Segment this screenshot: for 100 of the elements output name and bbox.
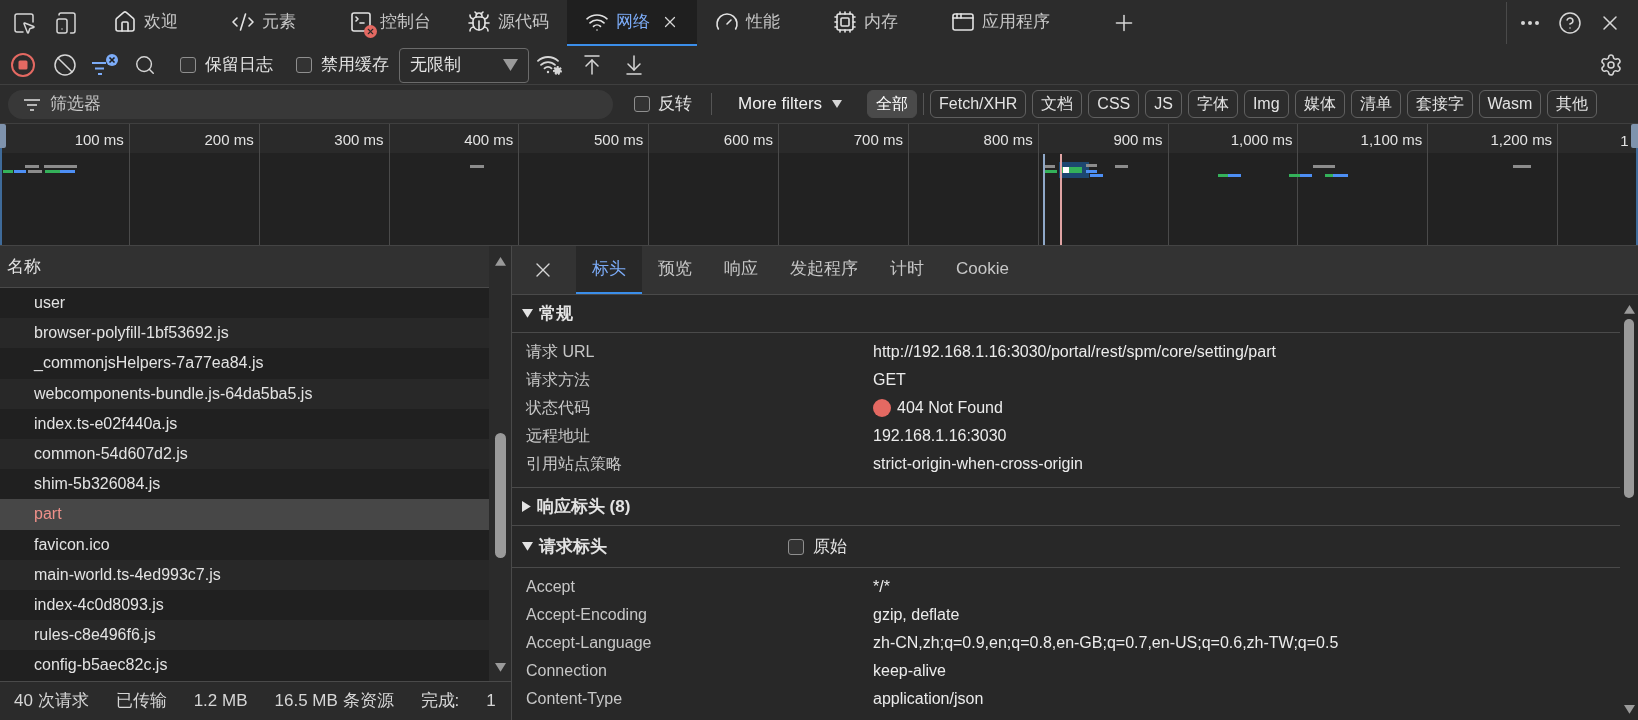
checkbox[interactable]: [634, 96, 650, 112]
wifi-settings-icon: [537, 54, 563, 76]
type-filter-chip[interactable]: CSS: [1088, 90, 1140, 118]
panel-tab[interactable]: 内存: [815, 0, 933, 46]
section-header[interactable]: 响应标头 (8): [522, 493, 631, 520]
request-row[interactable]: main-world.ts-4ed993c7.js: [0, 559, 490, 590]
request-bar: [44, 165, 77, 168]
details-tab[interactable]: 响应: [708, 246, 774, 294]
settings-icon: [1599, 53, 1623, 77]
type-filter-chip[interactable]: 套接字: [1406, 90, 1473, 118]
panel-tab[interactable]: 元素: [213, 0, 331, 46]
request-row[interactable]: part: [0, 499, 490, 530]
scroll-down-arrow-icon: [494, 663, 506, 672]
range-handle[interactable]: [1631, 124, 1638, 148]
panel-tab[interactable]: 控制台: [331, 0, 449, 46]
details-tab[interactable]: 计时: [874, 246, 940, 294]
header-name: Accept-Encoding: [526, 605, 648, 625]
code-icon: [231, 10, 255, 34]
section-header[interactable]: 请求标头: [522, 533, 788, 560]
request-bar: [1045, 165, 1055, 168]
type-filter-chip[interactable]: 清单: [1350, 90, 1401, 118]
status-text: 16.5 MB 条资源: [274, 690, 394, 713]
time-tick-label: 900 ms: [1113, 130, 1163, 150]
checkbox[interactable]: [788, 538, 804, 555]
scrollbar-thumb[interactable]: [494, 432, 506, 558]
type-filter-chip[interactable]: Fetch/XHR: [930, 90, 1027, 118]
panel-tab[interactable]: 网络: [567, 0, 697, 46]
filter-field[interactable]: 筛选器: [8, 89, 613, 119]
header-name: Accept: [526, 577, 576, 597]
request-row[interactable]: webcomponents-bundle.js-64da5ba5.js: [0, 378, 490, 409]
request-row[interactable]: browser-polyfill-1bf53692.js: [0, 318, 490, 349]
status-text: 1.2 MB: [193, 690, 248, 713]
request-row[interactable]: rules-c8e496f6.js: [0, 620, 490, 651]
filter-icon: [24, 98, 40, 111]
request-bar: [1115, 165, 1128, 168]
request-bar: [28, 170, 42, 173]
type-filter-chip[interactable]: Wasm: [1478, 90, 1542, 118]
time-tick-label: 100 ms: [74, 130, 124, 150]
panel-tab[interactable]: 性能: [697, 0, 815, 46]
status-text: 40 次请求: [14, 690, 89, 713]
caret-down-icon: [832, 100, 843, 108]
details-tab[interactable]: 发起程序: [774, 246, 874, 294]
window-icon: [951, 10, 975, 34]
header-value: zh-CN,zh;q=0.9,en;q=0.8,en-GB;q=0.7,en-US;q=0.6,zh-TW;q=0.5: [873, 633, 1339, 653]
more-icon: [1521, 21, 1539, 25]
caret-right-icon: [522, 501, 531, 512]
selected-bar-marker: [1063, 167, 1069, 173]
header-name: Content-Type: [526, 689, 624, 709]
time-tick-label: 1,000 ms: [1230, 130, 1293, 150]
type-filter-chip[interactable]: 字体: [1187, 90, 1238, 118]
checkbox-label: 原始: [813, 535, 847, 558]
time-tick-label: 200 ms: [204, 130, 254, 150]
section-header[interactable]: 常规: [522, 300, 573, 327]
checkbox[interactable]: [180, 57, 196, 73]
more-filters-button[interactable]: More filters: [738, 91, 843, 117]
details-tab[interactable]: 标头: [576, 246, 642, 294]
header-name: 请求方法: [526, 370, 591, 390]
type-filter-chip[interactable]: 其他: [1547, 90, 1598, 118]
search-icon: [134, 54, 156, 76]
time-tick-label: 1,200 ms: [1490, 130, 1553, 150]
header-name: Accept-Language: [526, 633, 653, 653]
time-tick-label: 700 ms: [853, 130, 903, 150]
device-icon: [54, 11, 78, 35]
header-value: keep-alive: [873, 661, 946, 681]
details-tab[interactable]: Cookie: [940, 246, 1025, 294]
panel-tab[interactable]: 应用程序: [933, 0, 1068, 46]
header-value: GET: [873, 370, 906, 390]
type-filter-chip[interactable]: Img: [1243, 90, 1289, 118]
scrollbar-thumb[interactable]: [1624, 318, 1634, 498]
checkbox-label: 反转: [658, 93, 692, 116]
type-filter-chip[interactable]: JS: [1145, 90, 1182, 118]
request-bar: [1313, 165, 1335, 168]
header-value: application/json: [873, 689, 984, 709]
checkbox[interactable]: [296, 57, 312, 73]
terminal-icon: [349, 10, 373, 34]
scroll-up-arrow-icon: [494, 257, 506, 266]
header-name: Connection: [526, 661, 608, 681]
type-filter-chip[interactable]: 文档: [1032, 90, 1083, 118]
scroll-down-arrow-icon: [1623, 705, 1635, 714]
header-value: http://192.168.1.16:3030/portal/rest/spm/core/setting/part: [873, 342, 1276, 362]
header-name: 引用站点策略: [526, 454, 623, 474]
throttling-dropdown[interactable]: 无限制: [399, 47, 529, 83]
status-text: 已传输: [115, 690, 167, 713]
column-header[interactable]: 名称: [0, 246, 490, 288]
time-tick-label: 500 ms: [594, 130, 644, 150]
checkbox-label: 禁用缓存: [321, 54, 389, 77]
time-tick-label: 1: [1620, 132, 1629, 149]
type-filter-chip[interactable]: 媒体: [1294, 90, 1345, 118]
panel-tab[interactable]: 欢迎: [95, 0, 213, 46]
header-value: 404 Not Found: [897, 398, 1003, 418]
request-row[interactable]: common-54d607d2.js: [0, 438, 490, 470]
time-tick-label: 1,100 ms: [1360, 130, 1423, 150]
time-tick-label: 600 ms: [723, 130, 774, 150]
request-bar: [1086, 164, 1097, 167]
chip-icon: [833, 10, 857, 34]
details-tab[interactable]: 预览: [642, 246, 708, 294]
type-filter-chip[interactable]: 全部: [867, 90, 918, 118]
panel-tab[interactable]: 源代码: [449, 0, 567, 46]
clear-icon: [53, 53, 77, 77]
range-handle[interactable]: [0, 124, 6, 148]
